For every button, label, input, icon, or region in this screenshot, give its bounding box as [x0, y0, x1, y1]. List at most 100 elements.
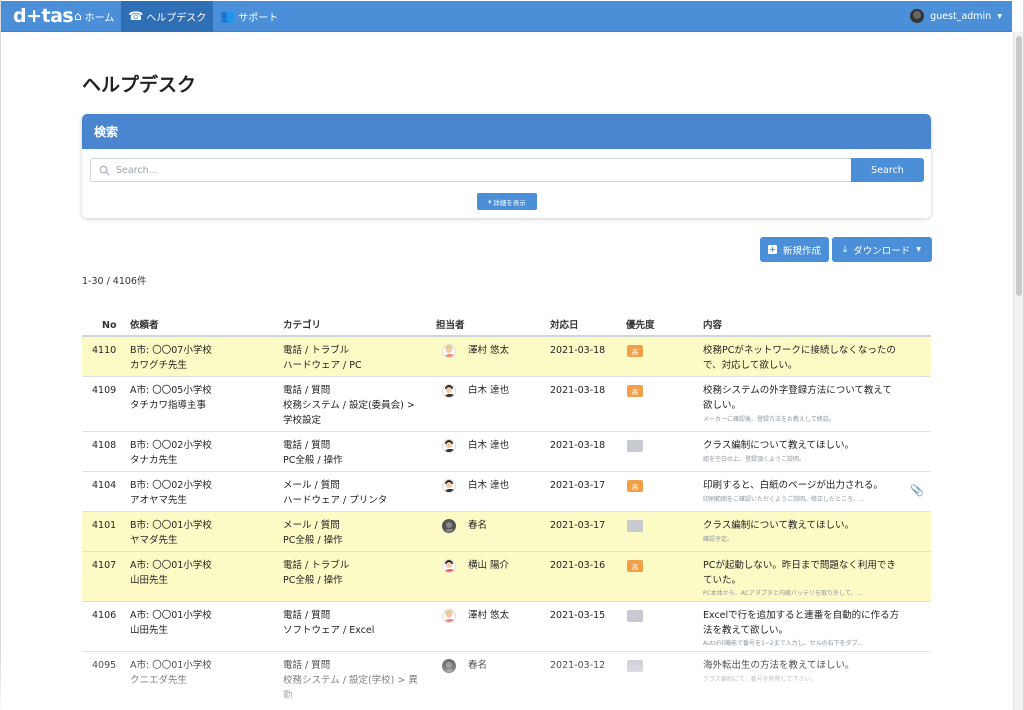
response-memo: クラス編制にて、番号を削除して下さい。 [703, 676, 817, 683]
priority-badge: 高 [627, 480, 643, 492]
requester-name: 山田先生 [130, 575, 169, 586]
assignee-avatar-icon [442, 559, 456, 573]
col-header-category[interactable]: カテゴリ [283, 318, 321, 333]
requester-name: タチカワ指導主事 [130, 400, 207, 411]
search-row: Search... Search [90, 158, 924, 182]
category-primary: 電話 / 質問 [283, 610, 331, 621]
response-date: 2021-03-16 [550, 560, 606, 571]
user-menu[interactable]: guest_admin ▾ [910, 9, 1012, 23]
assignee-avatar-icon [442, 384, 456, 398]
nav-item-helpdesk[interactable]: ☎ ヘルプデスク [121, 0, 214, 32]
requester-name: ヤマダ先生 [130, 535, 178, 546]
response-memo: 印刷範囲をご確認いただくようご説明。修正したところ、... [703, 496, 865, 503]
requester-org: B市: 〇〇07小学校 [130, 345, 212, 356]
response-memo: AutoFill機能で番号を1~2まで入力し、セルの右下をダブ... [703, 640, 864, 647]
category-secondary: PC全般 / 操作 [283, 575, 343, 586]
search-input[interactable]: Search... [90, 158, 851, 182]
requester-org: A市: 〇〇01小学校 [130, 560, 212, 571]
nav-item-support[interactable]: 👥 サポート [213, 1, 285, 32]
col-header-content[interactable]: 内容 [703, 318, 722, 333]
page-title: ヘルプデスク [82, 74, 197, 96]
content-line-2: で、対応して欲しい。 [703, 360, 798, 371]
requester-org: B市: 〇〇01小学校 [130, 520, 212, 531]
scrollbar-thumb[interactable] [1016, 36, 1022, 296]
plus-square-icon: + [767, 245, 777, 254]
assignee-avatar-icon [442, 439, 456, 453]
content-line-1: 海外転出生の方法を教えてほしい。 [703, 660, 855, 671]
category-secondary: ハードウェア / PC [283, 360, 362, 371]
assignee-avatar-icon [442, 519, 456, 533]
response-memo: PC本体から、ACアダプタと内蔵バッテリを取り外して、... [703, 590, 863, 597]
download-label: ダウンロード [853, 245, 911, 257]
table-row[interactable]: 4109 A市: 〇〇05小学校 タチカワ指導主事 電話 / 質問 校務システム… [82, 377, 931, 432]
assignee-avatar-icon [442, 609, 456, 623]
requester-name: クニエダ先生 [130, 675, 188, 686]
response-memo: メーカーに確認後、登録方法をお教えして終話。 [703, 416, 835, 423]
requester-name: アオヤマ先生 [130, 495, 188, 506]
content-line-1: 校務PCがネットワークに接続しなくなったの [703, 345, 896, 356]
content-line-1: クラス編制について教えてほしい。 [703, 520, 855, 531]
page-scrollbar[interactable] [1013, 32, 1023, 710]
home-icon: ⌂ [74, 9, 82, 23]
assignee-avatar-icon [442, 479, 456, 493]
category-secondary: PC全般 / 操作 [283, 535, 343, 546]
ticket-no: 4110 [92, 345, 117, 356]
ticket-no: 4109 [92, 385, 117, 396]
new-ticket-label: 新規作成 [782, 245, 821, 257]
category-primary: メール / 質問 [283, 520, 340, 531]
response-date: 2021-03-17 [550, 480, 606, 491]
content-line-2: 法を教えて欲しい。 [703, 625, 789, 636]
requester-name: カワグチ先生 [130, 360, 188, 371]
table-row[interactable]: 4106 A市: 〇〇01小学校 山田先生 電話 / 質問 ソフトウェア / E… [82, 602, 931, 652]
nav-item-home[interactable]: ⌂ ホーム [67, 1, 121, 32]
requester-org: B市: 〇〇02小学校 [130, 480, 212, 491]
download-button[interactable]: ⤓ ダウンロード ▾ [832, 237, 932, 262]
col-header-assignee[interactable]: 担当者 [436, 318, 465, 333]
ticket-no: 4107 [92, 560, 117, 571]
show-details-button[interactable]: ▾ 詳細を表示 [477, 193, 537, 210]
users-icon: 👥 [220, 9, 236, 23]
search-button[interactable]: Search [851, 158, 924, 182]
ticket-no: 4106 [92, 610, 117, 621]
table-row[interactable]: 4107 A市: 〇〇01小学校 山田先生 電話 / トラブル PC全般 / 操… [82, 552, 931, 602]
assignee-name: 澤村 悠太 [468, 610, 510, 621]
col-header-date[interactable]: 対応日 [550, 318, 579, 333]
response-memo: 組を空白の上、登録頂くようご説明。 [703, 456, 806, 463]
ticket-no: 4108 [92, 440, 117, 451]
user-avatar-icon [910, 9, 925, 23]
content-line-2: ていた。 [703, 575, 742, 586]
col-header-priority[interactable]: 優先度 [626, 318, 655, 333]
content-line-1: Excelで行を追加すると連番を自動的に作る方 [703, 610, 900, 621]
assignee-name: 白木 達也 [468, 440, 510, 451]
table-row[interactable]: 4095 A市: 〇〇01小学校 クニエダ先生 電話 / 質問 校務システム /… [82, 652, 931, 710]
assignee-name: 横山 陽介 [468, 560, 510, 571]
category-tertiary: 動 [283, 690, 293, 701]
response-date: 2021-03-17 [550, 520, 606, 531]
assignee-name: 澤村 悠太 [468, 345, 510, 356]
table-row[interactable]: 4108 B市: 〇〇02小学校 タナカ先生 電話 / 質問 PC全般 / 操作… [82, 432, 931, 472]
content-line-2: 欲しい。 [703, 400, 742, 411]
table-row[interactable]: 4110 B市: 〇〇07小学校 カワグチ先生 電話 / トラブル ハードウェア… [82, 337, 931, 377]
ticket-no: 4101 [92, 520, 117, 531]
requester-org: A市: 〇〇01小学校 [130, 610, 212, 621]
logo[interactable]: d+tas [1, 5, 74, 27]
priority-badge: 高 [627, 345, 643, 357]
paperclip-icon[interactable]: 📎 [910, 484, 924, 497]
assignee-avatar-icon [442, 344, 456, 358]
category-primary: メール / 質問 [283, 480, 340, 491]
table-header: No 依頼者 カテゴリ 担当者 対応日 優先度 内容 [82, 316, 931, 337]
category-tertiary: 学校設定 [283, 415, 322, 426]
col-header-requester[interactable]: 依頼者 [130, 318, 159, 333]
category-secondary: ハードウェア / プリンタ [283, 495, 388, 506]
table-row[interactable]: 4104 B市: 〇〇02小学校 アオヤマ先生 メール / 質問 ハードウェア … [82, 472, 931, 512]
table-row[interactable]: 4101 B市: 〇〇01小学校 ヤマダ先生 メール / 質問 PC全般 / 操… [82, 512, 931, 552]
user-name: guest_admin [930, 10, 992, 22]
content-line-1: 印刷すると、白紙のページが出力される。 [703, 480, 883, 491]
search-placeholder: Search... [116, 164, 158, 176]
new-ticket-button[interactable]: + 新規作成 [760, 237, 829, 262]
search-panel: 検索 Search... Search ▾ 詳細を表示 [82, 114, 931, 218]
show-details-label: 詳細を表示 [493, 198, 526, 207]
phone-icon: ☎ [128, 9, 144, 23]
response-date: 2021-03-18 [550, 440, 606, 451]
col-header-no[interactable]: No [102, 318, 116, 333]
